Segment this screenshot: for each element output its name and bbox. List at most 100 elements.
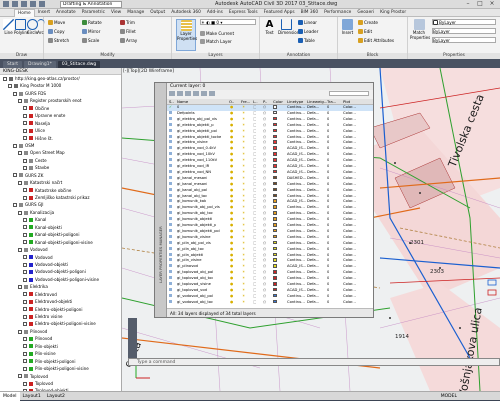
match-properties-button[interactable]: Match Properties <box>410 19 430 40</box>
on-off-icon[interactable]: ● <box>230 164 233 170</box>
transparency[interactable]: 0 <box>327 282 329 288</box>
on-off-icon[interactable]: ● <box>230 235 233 241</box>
fillet-button[interactable]: Fillet <box>120 28 136 34</box>
stretch-button[interactable]: Stretch <box>48 37 69 43</box>
freeze-icon[interactable]: ☀ <box>242 282 245 288</box>
layer-row[interactable]: gi_komunik_obj_pol_vis ● ☀ ▢ ⎙ Continu... Defa… <box>167 205 373 211</box>
maximize-icon[interactable]: □ <box>474 0 486 8</box>
freeze-icon[interactable]: ☀ <box>242 223 245 229</box>
lineweight[interactable]: Defa... <box>307 135 319 141</box>
visibility-checkbox[interactable] <box>13 91 17 96</box>
visibility-checkbox[interactable] <box>23 366 27 371</box>
rotate-button[interactable]: Rotate <box>82 19 102 25</box>
lock-icon[interactable]: ▢ <box>253 211 256 217</box>
freeze-icon[interactable]: ☀ <box>242 247 245 253</box>
on-off-icon[interactable]: ● <box>230 170 233 176</box>
visibility-checkbox[interactable] <box>23 322 27 327</box>
visibility-checkbox[interactable] <box>18 247 22 252</box>
tree-item[interactable]: Register prostorskih enot <box>0 97 121 104</box>
tree-item[interactable]: http://king.geo-atlas.cz/prostor/ <box>0 75 121 82</box>
table-button[interactable]: Table <box>298 37 315 43</box>
tree-item[interactable]: Občine <box>0 105 121 112</box>
transparency[interactable]: 0 <box>327 123 329 129</box>
transparency[interactable]: 0 <box>327 182 329 188</box>
lock-icon[interactable]: ▢ <box>253 117 256 123</box>
lineweight[interactable]: Defa... <box>307 146 319 152</box>
match-layer-button[interactable]: Match Layer <box>200 38 232 44</box>
freeze-icon[interactable]: ☀ <box>242 199 245 205</box>
plot-icon[interactable]: ⎙ <box>263 188 266 194</box>
visibility-checkbox[interactable] <box>23 188 27 193</box>
transparency[interactable]: 0 <box>327 294 329 300</box>
layer-properties-button[interactable]: Layer Properties <box>176 19 197 51</box>
layer-row[interactable]: gi_elektro_obj_pol_vis ● ☀ ▢ ⎙ Continu... Defa… <box>167 116 373 123</box>
linetype[interactable]: Continu... <box>287 229 305 235</box>
plot-icon[interactable]: ⎙ <box>263 158 266 164</box>
layer-row[interactable]: gi_komunik_visine ● ☀ ▢ ⎙ Continu... Defa... 0 C… <box>167 234 373 241</box>
visibility-checkbox[interactable] <box>23 113 27 118</box>
lock-icon[interactable]: ▢ <box>253 229 256 235</box>
linetype[interactable]: Continu... <box>287 300 305 306</box>
linetype-dropdown[interactable]: ByLayer <box>432 37 496 43</box>
visibility-checkbox[interactable] <box>23 344 27 349</box>
lock-icon[interactable]: ▢ <box>253 164 256 170</box>
plot-icon[interactable]: ⎙ <box>263 129 266 135</box>
visibility-checkbox[interactable] <box>18 374 22 379</box>
lineweight[interactable]: Defa... <box>307 117 319 123</box>
transparency[interactable]: 0 <box>327 235 329 241</box>
edit-block-button[interactable]: Edit <box>358 28 372 34</box>
transparency[interactable]: 0 <box>327 229 329 235</box>
lineweight[interactable]: Defa... <box>307 111 319 117</box>
visibility-checkbox[interactable] <box>23 136 27 141</box>
lineweight[interactable]: Defa... <box>307 182 319 188</box>
lineweight[interactable]: Defa... <box>307 217 319 223</box>
on-off-icon[interactable]: ● <box>230 223 233 229</box>
tab-performance[interactable]: Performance <box>321 9 354 17</box>
plot-icon[interactable]: ⎙ <box>263 170 266 176</box>
visibility-checkbox[interactable] <box>23 277 27 282</box>
on-off-icon[interactable]: ● <box>230 194 233 200</box>
layer-row[interactable]: ✓ 0 ● ☀ ▢ ⎙ Continu... Defa... 0 Color... <box>167 105 373 111</box>
plot-icon[interactable]: ⎙ <box>263 223 266 229</box>
transparency[interactable]: 0 <box>327 270 329 276</box>
tree-item[interactable]: OSM <box>0 142 121 149</box>
on-off-icon[interactable]: ● <box>230 300 233 306</box>
lineweight[interactable]: Defa... <box>307 253 319 259</box>
layout-tab[interactable]: Layout1 <box>20 392 44 401</box>
layer-row[interactable]: gi_elektro_objekti_pol ● ☀ ▢ ⎙ Continu... Defa… <box>167 128 373 135</box>
lineweight[interactable]: Defa... <box>307 188 319 194</box>
lock-icon[interactable]: ▢ <box>253 270 256 276</box>
linetype[interactable]: Continu... <box>287 117 305 123</box>
viewport-controls[interactable]: [-][Top][2D Wireframe] <box>123 69 174 74</box>
on-off-icon[interactable]: ● <box>230 176 233 182</box>
visibility-checkbox[interactable] <box>18 99 22 104</box>
layer-row[interactable]: gi_komunik_objekti ● ☀ ▢ ⎙ Continu... Defa... 0… <box>167 217 373 223</box>
lineweight[interactable]: Defa... <box>307 140 319 146</box>
lineweight[interactable]: Defa... <box>307 300 319 306</box>
doc-tab[interactable]: 03_Stitace.dwg <box>57 61 101 68</box>
visibility-checkbox[interactable] <box>18 329 22 334</box>
trim-button[interactable]: Trim <box>120 19 135 25</box>
transparency[interactable]: 0 <box>327 288 329 294</box>
settings-icon[interactable] <box>209 91 215 96</box>
tab-geoaeri[interactable]: Geoaeri <box>354 9 377 17</box>
tab-home[interactable]: Home <box>14 8 35 17</box>
layer-row[interactable]: gi_toplovod_visine ● ☀ ▢ ⎙ Continu... Defa... 0… <box>167 282 373 288</box>
color-dropdown[interactable]: ByLayer <box>432 19 496 25</box>
lineweight[interactable]: Defa... <box>307 276 319 282</box>
transparency[interactable]: 0 <box>327 264 329 270</box>
freeze-icon[interactable]: ☀ <box>242 123 245 129</box>
transparency[interactable]: 0 <box>327 205 329 211</box>
plot-icon[interactable]: ⎙ <box>263 229 266 235</box>
tree-item[interactable]: Toplovod <box>0 380 121 387</box>
lock-icon[interactable]: ▢ <box>253 140 256 146</box>
tree-item[interactable]: Kanalizacija <box>0 209 121 216</box>
visibility-checkbox[interactable] <box>23 195 27 200</box>
quick-access-toolbar[interactable] <box>3 1 45 7</box>
tab-annotate[interactable]: Annotate <box>53 9 79 17</box>
lock-icon[interactable]: ▢ <box>253 146 256 152</box>
freeze-icon[interactable]: ☀ <box>242 205 245 211</box>
linetype[interactable]: ACAD_IS... <box>287 146 306 152</box>
layer-row[interactable]: gi_komunik_objekti_p ● ☀ ▢ ⎙ Continu... Defa..… <box>167 223 373 229</box>
lock-icon[interactable]: ▢ <box>253 170 256 176</box>
